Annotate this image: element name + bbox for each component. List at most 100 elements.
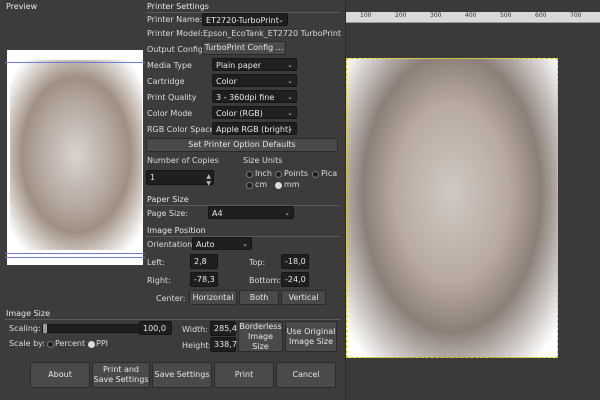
chevron-down-icon: ⌄	[287, 125, 293, 133]
scale-by-ppi-label: PPI	[96, 339, 109, 348]
ruler-label: 300	[430, 12, 442, 19]
media-type-value: Plain paper	[216, 61, 262, 70]
margin-line-bottom	[5, 253, 145, 254]
print-label: Print	[234, 370, 254, 379]
unit-inch-radio[interactable]	[246, 171, 253, 178]
canvas-image[interactable]	[346, 58, 558, 358]
cancel-button[interactable]: Cancel	[276, 362, 336, 388]
image-position-title: Image Position	[147, 226, 206, 235]
ruler-label: 600	[535, 12, 547, 19]
set-printer-defaults-label: Set Printer Option Defaults	[188, 140, 296, 149]
width-value: 285,4	[214, 324, 237, 333]
rgb-color-space-value: Apple RGB (bright)	[216, 125, 292, 134]
preview-image[interactable]	[10, 60, 142, 250]
media-type-select[interactable]: Plain paper ⌄	[212, 58, 297, 71]
printer-settings-title: Printer Settings	[147, 2, 209, 11]
preview-title: Preview	[6, 2, 38, 11]
width-field[interactable]: 285,4	[210, 321, 237, 336]
bottom-value: -24,0	[285, 275, 306, 284]
turboprint-config-button[interactable]: TurboPrint Config ...	[202, 41, 286, 55]
unit-mm-radio[interactable]	[275, 182, 282, 189]
page-size-label: Page Size:	[147, 209, 189, 218]
unit-inch-label: Inch	[255, 169, 272, 178]
orientation-label: Orientation:	[147, 240, 195, 249]
scaling-slider-handle[interactable]	[43, 324, 47, 333]
printer-name-value: ET2720-TurboPrint	[206, 16, 279, 25]
scaling-value: 100,0	[143, 324, 166, 333]
scale-by-percent-radio[interactable]	[47, 341, 54, 348]
ruler-label: 400	[465, 12, 477, 19]
canvas-image-right-strip	[558, 58, 600, 358]
bottom-field[interactable]: -24,0	[281, 272, 309, 287]
output-config-label: Output Config:	[147, 45, 206, 54]
use-original-image-size-button[interactable]: Use Original Image Size	[285, 321, 337, 352]
orientation-select[interactable]: Auto ⌄	[192, 237, 252, 250]
copies-spinbox[interactable]: 1 ▲ ▼	[146, 170, 214, 187]
unit-points-label: Points	[284, 169, 309, 178]
print-and-save-settings-button[interactable]: Print and Save Settings	[92, 362, 150, 388]
save-settings-button[interactable]: Save Settings	[152, 362, 212, 388]
scale-by-percent-label: Percent	[55, 339, 86, 348]
image-size-title: Image Size	[6, 309, 51, 318]
print-button[interactable]: Print	[214, 362, 274, 388]
cartridge-value: Color	[216, 77, 237, 86]
scaling-label: Scaling:	[9, 324, 41, 333]
ruler-label: 100	[360, 12, 372, 19]
center-vertical-label: Vertical	[288, 292, 319, 302]
left-field[interactable]: 2,8	[190, 254, 218, 269]
set-printer-defaults-button[interactable]: Set Printer Option Defaults	[146, 138, 338, 152]
unit-pica-label: Pica	[321, 169, 338, 178]
scale-by-ppi-radio[interactable]	[88, 341, 95, 348]
chevron-down-icon: ⌄	[287, 93, 293, 101]
center-both-button[interactable]: Both	[239, 290, 279, 305]
ruler-label: 200	[395, 12, 407, 19]
printer-model-value: Epson_EcoTank_ET2720 TurboPrint	[203, 29, 342, 38]
size-units-label: Size Units	[243, 156, 283, 165]
center-horizontal-button[interactable]: Horizontal	[189, 290, 237, 305]
scaling-field[interactable]: 100,0	[139, 321, 172, 335]
about-button[interactable]: About	[30, 362, 90, 388]
right-field[interactable]: -78,3	[190, 272, 218, 287]
divider	[5, 319, 341, 320]
print-quality-value: 3 - 360dpi fine	[216, 93, 275, 102]
borderless-image-size-button[interactable]: Borderless Image Size	[238, 321, 283, 352]
unit-points-radio[interactable]	[275, 171, 282, 178]
printer-name-select[interactable]: ET2720-TurboPrint ⌄	[202, 13, 288, 26]
media-type-label: Media Type	[147, 61, 192, 70]
rgb-color-space-label: RGB Color Space	[147, 125, 215, 134]
bottom-label: Bottom:	[249, 276, 282, 285]
spin-down-icon[interactable]: ▼	[206, 177, 211, 190]
top-field[interactable]: -18,0	[281, 254, 309, 269]
chevron-down-icon: ⌄	[284, 209, 290, 217]
left-label: Left:	[147, 258, 165, 267]
center-horizontal-label: Horizontal	[192, 292, 234, 302]
copies-label: Number of Copies	[147, 156, 219, 165]
right-value: -78,3	[194, 275, 215, 284]
height-field[interactable]: 338,7	[210, 337, 237, 352]
color-mode-value: Color (RGB)	[216, 109, 263, 118]
center-vertical-button[interactable]: Vertical	[281, 290, 326, 305]
cartridge-select[interactable]: Color ⌄	[212, 74, 297, 87]
page-size-select[interactable]: A4 ⌄	[208, 206, 294, 219]
cartridge-label: Cartridge	[147, 77, 185, 86]
scaling-slider[interactable]	[42, 324, 140, 333]
unit-cm-label: cm	[255, 180, 268, 189]
color-mode-label: Color Mode	[147, 109, 193, 118]
use-original-image-size-label: Use Original Image Size	[286, 326, 336, 346]
right-label: Right:	[147, 276, 171, 285]
chevron-down-icon: ⌄	[278, 16, 284, 24]
rgb-color-space-select[interactable]: Apple RGB (bright) ⌄	[212, 122, 297, 135]
unit-cm-radio[interactable]	[246, 182, 253, 189]
print-and-save-settings-label: Print and Save Settings	[93, 365, 149, 384]
color-mode-select[interactable]: Color (RGB) ⌄	[212, 106, 297, 119]
height-label: Height:	[182, 341, 212, 350]
top-value: -18,0	[285, 257, 306, 266]
print-quality-select[interactable]: 3 - 360dpi fine ⌄	[212, 90, 297, 103]
horizontal-ruler: 100 200 300 400 500 600 700	[345, 12, 600, 23]
chevron-down-icon: ⌄	[287, 109, 293, 117]
ruler-label: 700	[570, 12, 582, 19]
margin-line-top	[5, 62, 145, 63]
scale-by-label: Scale by:	[9, 339, 45, 348]
unit-pica-radio[interactable]	[312, 171, 319, 178]
left-value: 2,8	[194, 257, 207, 266]
